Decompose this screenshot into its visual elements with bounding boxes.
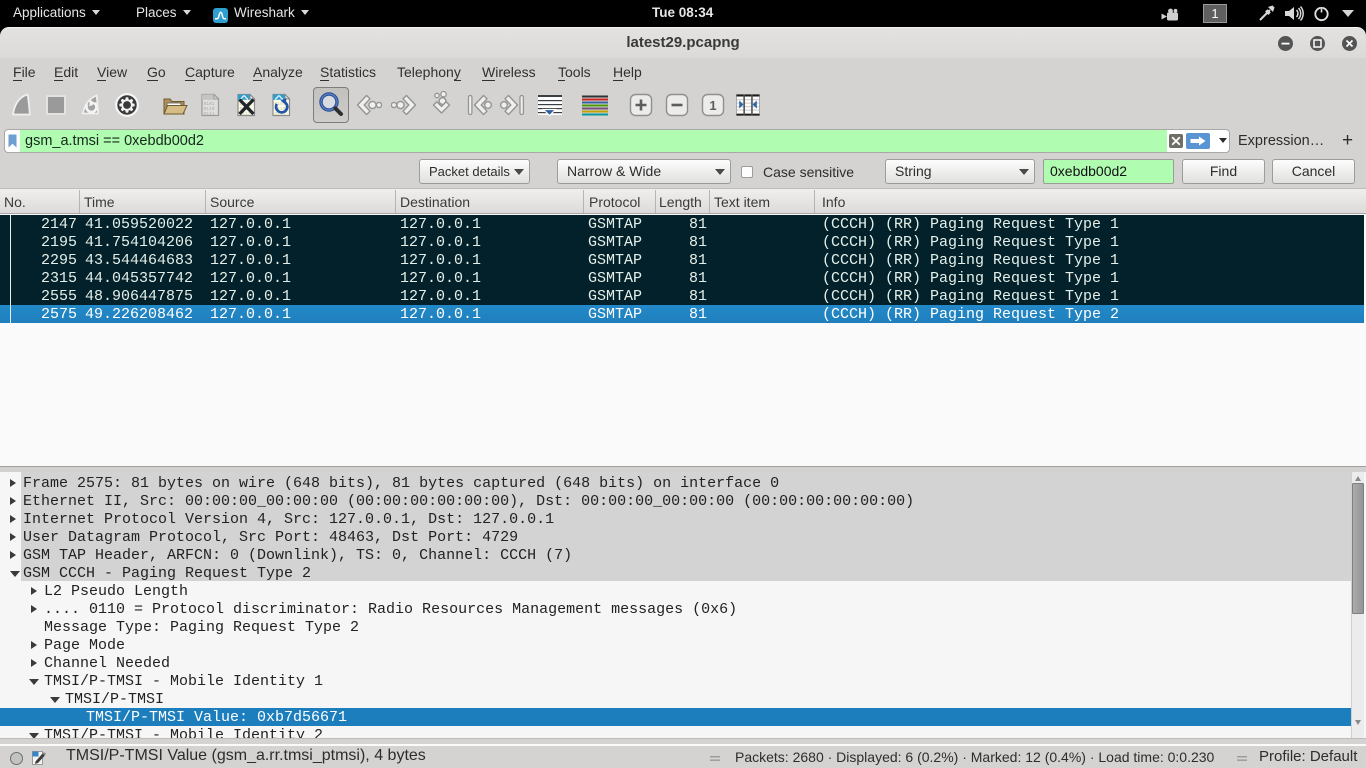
svg-text:0111: 0111 xyxy=(204,111,215,117)
svg-text:1: 1 xyxy=(709,98,716,113)
